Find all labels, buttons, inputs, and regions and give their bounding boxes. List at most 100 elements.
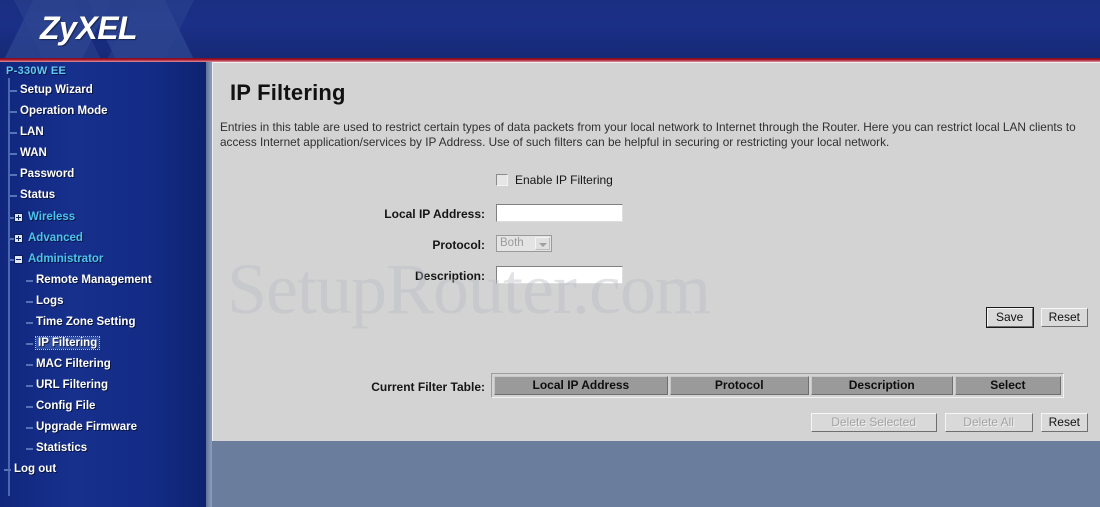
sidebar-item-wan[interactable]: WAN bbox=[0, 144, 206, 163]
zyxel-logo: ZyXEL bbox=[40, 10, 138, 46]
sidebar-item-label: Setup Wizard bbox=[20, 84, 93, 96]
sidebar-item-advanced[interactable]: Advanced bbox=[0, 229, 206, 248]
main-content-panel: IP Filtering Entries in this table are u… bbox=[212, 62, 1100, 441]
local-ip-label: Local IP Address: bbox=[384, 207, 485, 221]
table-header-row: Local IP Address Protocol Description Selec… bbox=[494, 376, 1061, 395]
description-label: Description: bbox=[414, 269, 485, 283]
sidebar-item-label: Config File bbox=[36, 400, 96, 412]
enable-filter-control[interactable]: Enable IP Filtering bbox=[496, 173, 613, 187]
sidebar-nav: P-330W EE Setup Wizard Operation Mode LAN W… bbox=[0, 62, 206, 507]
sidebar-item-status[interactable]: Status bbox=[0, 186, 206, 205]
form-button-row: Save Reset bbox=[979, 307, 1088, 328]
current-filter-table: Local IP Address Protocol Description Selec… bbox=[491, 373, 1064, 398]
enable-ip-filtering-checkbox[interactable] bbox=[496, 174, 508, 186]
sidebar-item-label: LAN bbox=[20, 126, 44, 138]
page-footer-area bbox=[206, 440, 1100, 507]
sidebar-item-upgrade-firmware[interactable]: Upgrade Firmware bbox=[0, 418, 206, 437]
sidebar-item-operation-mode[interactable]: Operation Mode bbox=[0, 102, 206, 121]
sidebar-item-label: Upgrade Firmware bbox=[36, 421, 137, 433]
sidebar-item-password[interactable]: Password bbox=[0, 165, 206, 184]
reset-table-button[interactable]: Reset bbox=[1040, 413, 1088, 432]
table-column-header: Local IP Address bbox=[494, 376, 668, 395]
device-model-label: P-330W EE bbox=[6, 65, 67, 77]
reset-form-button[interactable]: Reset bbox=[1040, 308, 1088, 327]
sidebar-item-label: Password bbox=[20, 168, 75, 180]
sidebar-item-log-out[interactable]: Log out bbox=[0, 460, 206, 479]
tree-tick bbox=[26, 364, 33, 366]
sidebar-item-label: Time Zone Setting bbox=[36, 316, 136, 328]
sidebar-item-lan[interactable]: LAN bbox=[0, 123, 206, 142]
expand-plus-icon[interactable] bbox=[14, 234, 23, 243]
sidebar-item-label: IP Filtering bbox=[34, 336, 101, 350]
table-column-header: Select bbox=[954, 376, 1061, 395]
sidebar-item-mac-filtering[interactable]: MAC Filtering bbox=[0, 355, 206, 374]
sidebar-item-label: Log out bbox=[14, 463, 57, 475]
sidebar-item-label: URL Filtering bbox=[36, 379, 108, 391]
delete-selected-button[interactable]: Delete Selected bbox=[810, 413, 937, 432]
app-header: ZyXEL bbox=[0, 0, 1100, 58]
sidebar-item-label: Statistics bbox=[36, 442, 88, 454]
sidebar-item-label: Wireless bbox=[28, 211, 76, 223]
sidebar-right-edge bbox=[206, 62, 212, 507]
current-filter-table-label: Current Filter Table: bbox=[371, 380, 485, 394]
expand-plus-icon[interactable] bbox=[14, 213, 23, 222]
header-accent-line bbox=[0, 58, 1100, 62]
sidebar-item-time-zone-setting[interactable]: Time Zone Setting bbox=[0, 313, 206, 332]
page-description: Entries in this table are used to restri… bbox=[220, 120, 1076, 149]
sidebar-item-label: Status bbox=[20, 189, 56, 201]
tree-tick bbox=[10, 132, 17, 134]
sidebar-item-url-filtering[interactable]: URL Filtering bbox=[0, 376, 206, 395]
local-ip-row: Local IP Address: bbox=[213, 204, 1100, 235]
sidebar-item-label: Remote Management bbox=[36, 274, 152, 286]
protocol-control: Both bbox=[496, 235, 552, 252]
sidebar-item-label: WAN bbox=[20, 147, 47, 159]
sidebar-item-config-file[interactable]: Config File bbox=[0, 397, 206, 416]
table-button-row: Delete Selected Delete All Reset bbox=[803, 413, 1088, 432]
local-ip-control bbox=[496, 204, 623, 222]
tree-tick bbox=[10, 195, 17, 197]
tree-tick bbox=[26, 343, 33, 345]
tree-tick bbox=[10, 90, 17, 92]
sidebar-item-administrator[interactable]: Administrator bbox=[0, 250, 206, 269]
sidebar-item-statistics[interactable]: Statistics bbox=[0, 439, 206, 458]
sidebar-item-label: MAC Filtering bbox=[36, 358, 111, 370]
sidebar-item-label: Logs bbox=[36, 295, 64, 307]
local-ip-input[interactable] bbox=[496, 204, 623, 222]
tree-tick bbox=[26, 406, 33, 408]
protocol-label: Protocol: bbox=[432, 238, 485, 252]
description-control bbox=[496, 266, 623, 284]
enable-filter-row: Enable IP Filtering bbox=[213, 173, 1100, 204]
table-column-header: Protocol bbox=[669, 376, 809, 395]
collapse-minus-icon[interactable] bbox=[14, 255, 23, 264]
sidebar-item-setup-wizard[interactable]: Setup Wizard bbox=[0, 81, 206, 100]
page-title: IP Filtering bbox=[230, 80, 346, 105]
tree-tick bbox=[26, 448, 33, 450]
protocol-select-value: Both bbox=[500, 237, 524, 249]
ip-filter-form: Enable IP Filtering Local IP Address: Pr… bbox=[213, 173, 1100, 297]
tree-tick bbox=[26, 301, 33, 303]
protocol-row: Protocol: Both bbox=[213, 235, 1100, 266]
chevron-down-icon[interactable] bbox=[535, 237, 550, 250]
sidebar-item-label: Advanced bbox=[28, 232, 83, 244]
tree-tick bbox=[26, 427, 33, 429]
protocol-select[interactable]: Both bbox=[496, 235, 552, 252]
delete-all-button[interactable]: Delete All bbox=[944, 413, 1033, 432]
tree-tick bbox=[26, 322, 33, 324]
enable-ip-filtering-label: Enable IP Filtering bbox=[515, 173, 613, 187]
save-button[interactable]: Save bbox=[985, 307, 1034, 328]
sidebar-item-wireless[interactable]: Wireless bbox=[0, 208, 206, 227]
tree-tick bbox=[26, 280, 33, 282]
tree-tick bbox=[10, 153, 17, 155]
sidebar-item-label: Administrator bbox=[28, 253, 104, 265]
description-row: Description: bbox=[213, 266, 1100, 297]
sidebar-item-remote-management[interactable]: Remote Management bbox=[0, 271, 206, 290]
tree-tick bbox=[10, 174, 17, 176]
sidebar-item-ip-filtering[interactable]: IP Filtering bbox=[0, 334, 206, 353]
tree-tick bbox=[26, 385, 33, 387]
tree-tick bbox=[4, 469, 11, 471]
table-column-header: Description bbox=[810, 376, 953, 395]
sidebar-item-logs[interactable]: Logs bbox=[0, 292, 206, 311]
sidebar-item-label: Operation Mode bbox=[20, 105, 108, 117]
description-input[interactable] bbox=[496, 266, 623, 284]
tree-tick bbox=[10, 111, 17, 113]
